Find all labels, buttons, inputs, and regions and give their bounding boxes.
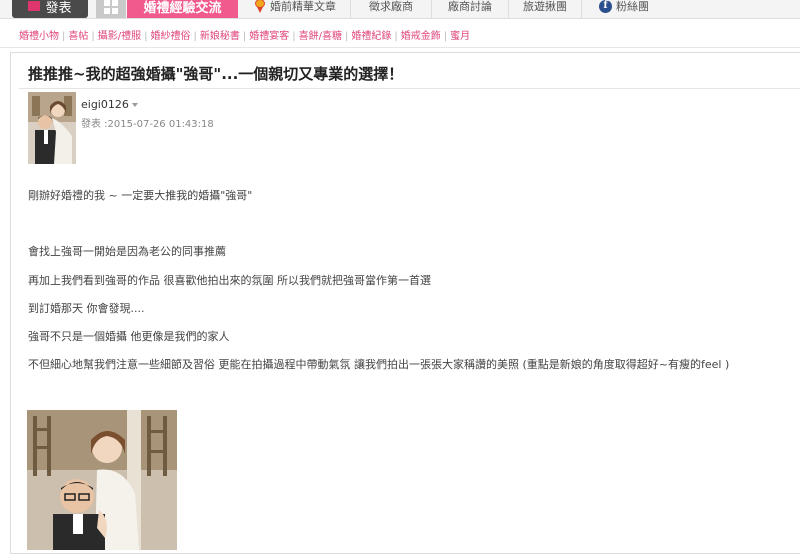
post-paragraph: 再加上我們看到強哥的作品 很喜歡他拍出來的氛圍 所以我們就把強哥當作第一首選 <box>28 274 431 287</box>
post-paragraph: 會找上強哥一開始是因為老公的同事推薦 <box>28 245 226 258</box>
post-title: 推推推~我的超強婚攝"強哥"...一個親切又專業的選擇！ <box>28 65 404 83</box>
pencil-icon <box>28 1 41 11</box>
category-link[interactable]: 婚禮紀錄 <box>351 31 391 42</box>
nav-item-fan-page[interactable]: f 粉絲團 <box>582 0 666 18</box>
category-link[interactable]: 婚禮宴客 <box>249 31 289 42</box>
category-link[interactable]: 攝影/禮服 <box>98 31 141 42</box>
category-separator: | <box>242 31 247 42</box>
post-timestamp: 發表 :2015-07-26 01:43:18 <box>81 119 214 130</box>
category-separator: | <box>345 31 349 42</box>
grid-icon <box>104 0 118 14</box>
category-separator: | <box>394 31 398 42</box>
post-paragraph: 到訂婚那天 你會發現.... <box>28 302 145 315</box>
nav-item-label: 徵求廠商 <box>369 0 413 13</box>
post-panel: 推推推~我的超強婚攝"強哥"...一個親切又專業的選擇！ eigi0126 發表… <box>10 52 800 554</box>
nav-item-featured-articles[interactable]: 婚前精華文章 <box>240 0 351 18</box>
post-paragraph: 強哥不只是一個婚攝 他更像是我們的家人 <box>28 330 230 343</box>
post-photo <box>27 410 177 550</box>
category-separator: | <box>144 31 148 42</box>
facebook-icon: f <box>599 0 612 13</box>
category-link[interactable]: 喜帖 <box>68 31 88 42</box>
category-bar: 婚禮小物 | 喜帖 | 攝影/禮服 | 婚紗禮俗 | 新娘秘書 | 婚禮宴客 | 喜餅/喜糖 | 婚禮紀錄 |… <box>0 19 800 48</box>
author-name[interactable]: eigi0126 <box>81 98 138 111</box>
post-button[interactable]: 發表 <box>12 0 88 18</box>
category-link[interactable]: 婚禮小物 <box>19 31 59 42</box>
post-paragraph: 不但細心地幫我們注意一些細節及習俗 更能在拍攝過程中帶動氣氛 讓我們拍出一張張大… <box>28 358 730 371</box>
nav-item-label: 廠商討論 <box>448 0 492 13</box>
category-separator: | <box>91 31 95 42</box>
post-button-label: 發表 <box>45 0 72 16</box>
nav-item-seek-vendors[interactable]: 徵求廠商 <box>351 0 432 18</box>
nav-item-travel-groups[interactable]: 旅遊揪團 <box>509 0 582 18</box>
tab-wedding-experience[interactable]: 婚禮經驗交流 <box>127 0 238 18</box>
nav-item-label: 婚前精華文章 <box>270 0 336 13</box>
top-nav: 發表 婚禮經驗交流 婚前精華文章 徵求廠商 廠商討論 旅遊揪團 f 粉絲團 <box>0 0 800 19</box>
post-paragraph: 剛辦好婚禮的我 ~ 一定要大推我的婚攝"強哥" <box>28 189 253 202</box>
category-link[interactable]: 新娘秘書 <box>200 31 240 42</box>
category-list: 婚禮小物 | 喜帖 | 攝影/禮服 | 婚紗禮俗 | 新娘秘書 | 婚禮宴客 | 喜餅/喜糖 | 婚禮紀錄 |… <box>19 27 470 42</box>
author-username: eigi0126 <box>81 98 129 111</box>
category-link[interactable]: 喜餅/喜糖 <box>299 31 342 42</box>
award-ribbon-icon <box>254 0 266 13</box>
category-link[interactable]: 蜜月 <box>450 31 470 42</box>
author-avatar[interactable] <box>28 92 76 164</box>
category-link[interactable]: 婚戒金飾 <box>401 31 441 42</box>
grid-menu-button[interactable] <box>96 0 126 18</box>
category-link[interactable]: 婚紗禮俗 <box>151 31 191 42</box>
category-separator: | <box>443 31 448 42</box>
nav-item-label: 粉絲團 <box>616 0 649 13</box>
dropdown-caret-icon <box>131 102 138 107</box>
nav-item-vendor-discussion[interactable]: 廠商討論 <box>432 0 509 18</box>
category-separator: | <box>193 31 197 42</box>
nav-item-label: 旅遊揪團 <box>523 0 567 13</box>
title-divider <box>19 88 800 89</box>
category-separator: | <box>292 31 296 42</box>
category-separator: | <box>62 31 66 42</box>
